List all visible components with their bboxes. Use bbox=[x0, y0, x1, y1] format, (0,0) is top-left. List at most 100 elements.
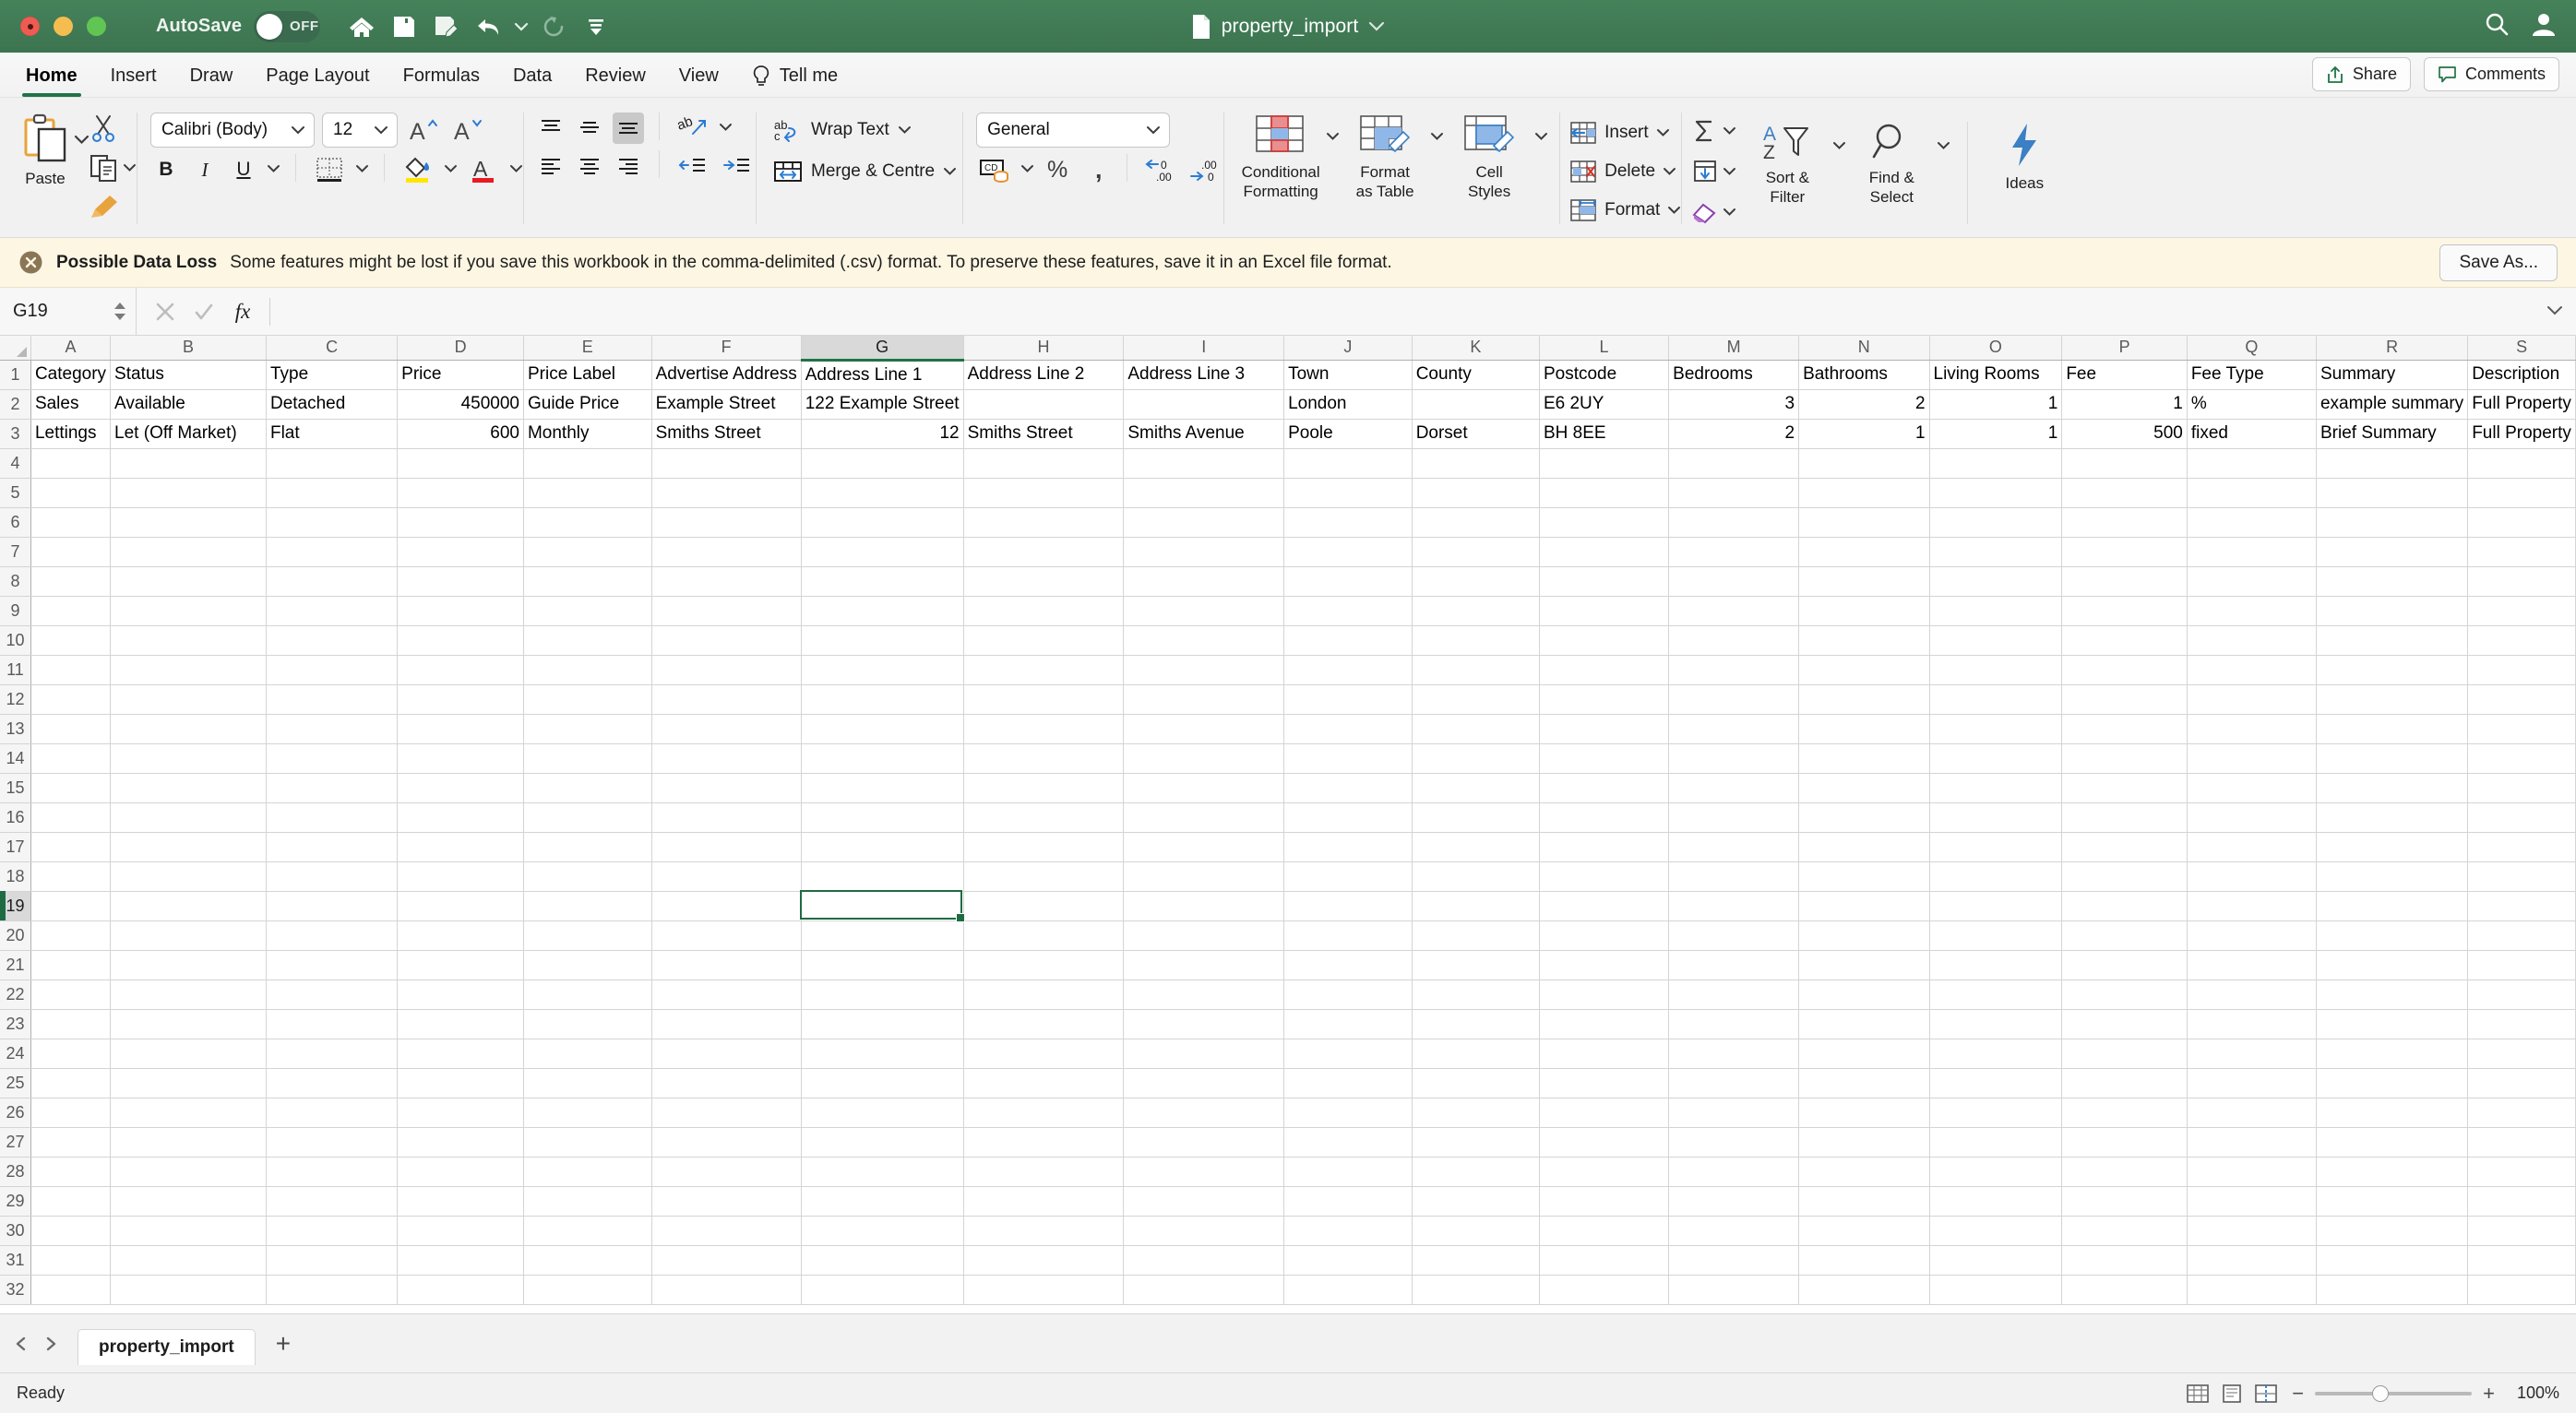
cell-C24[interactable] bbox=[266, 1039, 399, 1069]
cell-G6[interactable] bbox=[801, 507, 964, 538]
cell-B24[interactable] bbox=[110, 1039, 267, 1069]
account-icon[interactable] bbox=[2530, 10, 2558, 42]
row-header-26[interactable]: 26 bbox=[0, 1098, 31, 1128]
format-as-table-chevron-down-icon[interactable] bbox=[1430, 103, 1444, 146]
cell-A19[interactable] bbox=[30, 891, 112, 921]
tab-formulas[interactable]: Formulas bbox=[387, 55, 496, 97]
font-name-select[interactable]: Calibri (Body) bbox=[150, 113, 315, 148]
cell-C19[interactable] bbox=[266, 891, 399, 921]
cell-G23[interactable] bbox=[801, 1009, 964, 1039]
cell-Q31[interactable] bbox=[2187, 1245, 2317, 1276]
cell-D6[interactable] bbox=[397, 507, 524, 538]
cell-L3[interactable]: BH 8EE bbox=[1539, 419, 1670, 449]
cell-P17[interactable] bbox=[2061, 832, 2188, 862]
cell-H11[interactable] bbox=[963, 655, 1125, 685]
cell-I22[interactable] bbox=[1123, 980, 1285, 1010]
cell-M23[interactable] bbox=[1668, 1009, 1800, 1039]
cell-F24[interactable] bbox=[651, 1039, 802, 1069]
cell-M19[interactable] bbox=[1668, 891, 1800, 921]
cell-J24[interactable] bbox=[1283, 1039, 1413, 1069]
row-header-22[interactable]: 22 bbox=[0, 980, 31, 1010]
increase-indent-button[interactable] bbox=[719, 150, 756, 182]
cell-D11[interactable] bbox=[397, 655, 524, 685]
cell-I12[interactable] bbox=[1123, 684, 1285, 715]
table-row[interactable]: 11 bbox=[0, 655, 2576, 685]
cell-D19[interactable] bbox=[397, 891, 524, 921]
cell-F17[interactable] bbox=[651, 832, 802, 862]
column-header-o[interactable]: O bbox=[1929, 336, 2063, 361]
cell-A18[interactable] bbox=[30, 861, 112, 892]
cell-D12[interactable] bbox=[397, 684, 524, 715]
comments-button[interactable]: Comments bbox=[2423, 57, 2559, 91]
tab-data[interactable]: Data bbox=[496, 55, 568, 97]
cell-G21[interactable] bbox=[801, 950, 964, 980]
cell-N29[interactable] bbox=[1798, 1186, 1930, 1217]
cell-F4[interactable] bbox=[651, 448, 802, 479]
fill-button[interactable] bbox=[1691, 153, 1736, 190]
cell-M27[interactable] bbox=[1668, 1127, 1800, 1158]
cell-L14[interactable] bbox=[1539, 743, 1670, 774]
cell-F22[interactable] bbox=[651, 980, 802, 1010]
cell-Q17[interactable] bbox=[2187, 832, 2317, 862]
borders-button[interactable] bbox=[311, 154, 348, 185]
autosum-button[interactable] bbox=[1691, 113, 1736, 149]
cell-M21[interactable] bbox=[1668, 950, 1800, 980]
table-row[interactable]: 24 bbox=[0, 1039, 2576, 1069]
cell-F20[interactable] bbox=[651, 920, 802, 951]
cell-H9[interactable] bbox=[963, 596, 1125, 626]
fill-color-chevron-down-icon[interactable] bbox=[444, 161, 458, 178]
clear-button[interactable] bbox=[1691, 194, 1736, 231]
cell-P14[interactable] bbox=[2061, 743, 2188, 774]
column-header-s[interactable]: S bbox=[2467, 336, 2576, 361]
cell-E24[interactable] bbox=[523, 1039, 652, 1069]
cell-A11[interactable] bbox=[30, 655, 112, 685]
cell-D10[interactable] bbox=[397, 625, 524, 656]
cell-F23[interactable] bbox=[651, 1009, 802, 1039]
cell-R6[interactable] bbox=[2316, 507, 2469, 538]
conditional-formatting-button[interactable]: Conditional Formatting bbox=[1235, 103, 1326, 201]
cell-D14[interactable] bbox=[397, 743, 524, 774]
column-header-b[interactable]: B bbox=[110, 336, 267, 361]
cell-E12[interactable] bbox=[523, 684, 652, 715]
cell-K6[interactable] bbox=[1412, 507, 1540, 538]
row-header-11[interactable]: 11 bbox=[0, 655, 31, 685]
table-row[interactable]: 15 bbox=[0, 773, 2576, 803]
cell-N11[interactable] bbox=[1798, 655, 1930, 685]
cell-H2[interactable] bbox=[963, 389, 1125, 420]
orientation-button[interactable]: ab bbox=[674, 113, 711, 144]
cell-P13[interactable] bbox=[2061, 714, 2188, 744]
cell-A2[interactable]: Sales bbox=[30, 389, 112, 420]
cell-J25[interactable] bbox=[1283, 1068, 1413, 1098]
decrease-decimal-button[interactable]: .00 0 bbox=[1187, 154, 1223, 185]
cell-G7[interactable] bbox=[801, 537, 964, 567]
undo-chevron-down-icon[interactable] bbox=[510, 6, 532, 48]
cell-Q21[interactable] bbox=[2187, 950, 2317, 980]
column-header-e[interactable]: E bbox=[523, 336, 652, 361]
column-header-q[interactable]: Q bbox=[2187, 336, 2317, 361]
align-right-button[interactable] bbox=[613, 150, 644, 182]
cell-G27[interactable] bbox=[801, 1127, 964, 1158]
cell-O31[interactable] bbox=[1929, 1245, 2063, 1276]
cell-O19[interactable] bbox=[1929, 891, 2063, 921]
cell-O25[interactable] bbox=[1929, 1068, 2063, 1098]
cell-L28[interactable] bbox=[1539, 1157, 1670, 1187]
cell-I26[interactable] bbox=[1123, 1098, 1285, 1128]
cell-B16[interactable] bbox=[110, 802, 267, 833]
column-header-a[interactable]: A bbox=[30, 336, 112, 361]
cell-D29[interactable] bbox=[397, 1186, 524, 1217]
cell-M28[interactable] bbox=[1668, 1157, 1800, 1187]
row-header-5[interactable]: 5 bbox=[0, 478, 31, 508]
cell-C7[interactable] bbox=[266, 537, 399, 567]
cell-I29[interactable] bbox=[1123, 1186, 1285, 1217]
cell-B25[interactable] bbox=[110, 1068, 267, 1098]
cell-B12[interactable] bbox=[110, 684, 267, 715]
comma-format-button[interactable]: , bbox=[1080, 154, 1112, 185]
cell-D16[interactable] bbox=[397, 802, 524, 833]
merge-centre-button[interactable]: Merge & Centre bbox=[768, 154, 962, 189]
table-row[interactable]: 5 bbox=[0, 478, 2576, 508]
tab-home[interactable]: Home bbox=[9, 55, 94, 97]
cell-C11[interactable] bbox=[266, 655, 399, 685]
cell-C16[interactable] bbox=[266, 802, 399, 833]
cell-R26[interactable] bbox=[2316, 1098, 2469, 1128]
cell-R15[interactable] bbox=[2316, 773, 2469, 803]
